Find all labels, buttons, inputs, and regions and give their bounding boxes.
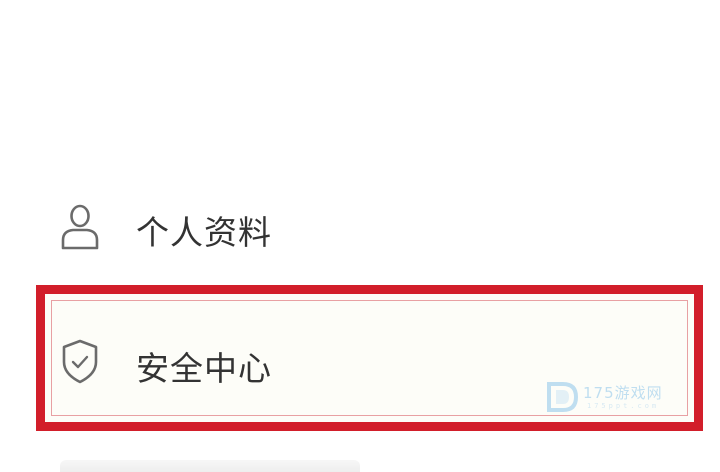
watermark-text: 175游戏网	[583, 384, 663, 402]
watermark-logo-icon	[547, 382, 579, 412]
menu-item-label: 个人资料	[136, 213, 272, 252]
menu-item-label: 安全中心	[136, 349, 272, 388]
shield-check-icon	[58, 336, 102, 386]
menu-item-profile[interactable]: 个人资料	[0, 196, 720, 260]
next-item-edge	[60, 460, 360, 472]
watermark: 175游戏网 175ppt.com	[543, 378, 683, 418]
user-icon	[58, 202, 102, 252]
watermark-subtext: 175ppt.com	[587, 402, 660, 410]
